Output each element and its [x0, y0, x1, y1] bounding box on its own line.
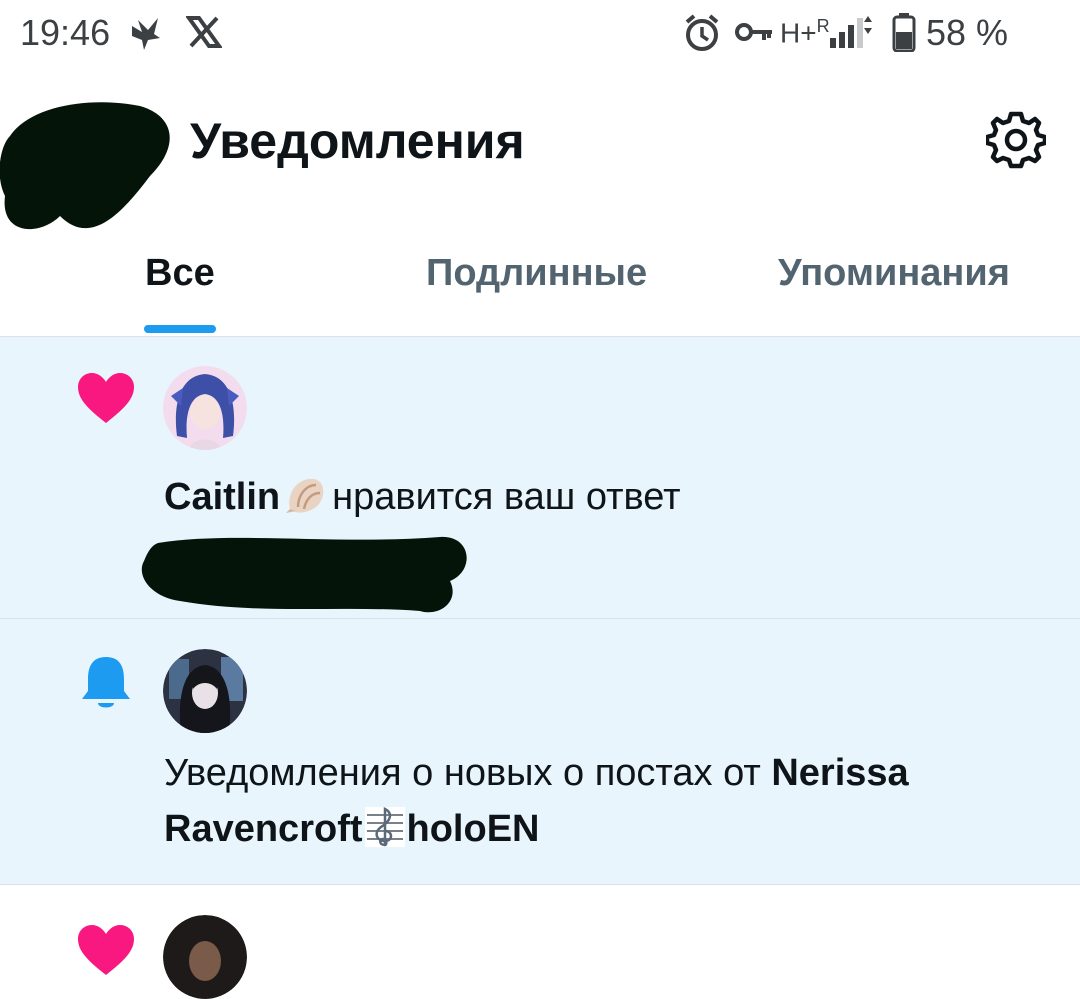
battery-icon: [892, 12, 916, 57]
redacted-content: [140, 531, 472, 623]
x-logo-icon: [185, 12, 223, 57]
profile-avatar[interactable]: [0, 86, 180, 229]
gear-icon[interactable]: [984, 110, 1048, 170]
status-time: 19:46: [20, 12, 111, 53]
treble-clef-emoji-icon: [363, 805, 407, 849]
user-name[interactable]: Caitlin: [164, 476, 280, 518]
notification-text: Caitlin нравится ваш ответ: [164, 469, 1044, 525]
bird-app-icon: [128, 12, 164, 57]
heart-icon: [78, 373, 134, 430]
shell-emoji-icon: [284, 473, 328, 517]
active-tab-indicator: [144, 325, 216, 333]
bell-icon: [80, 655, 132, 716]
action-text: нравится ваш ответ: [332, 476, 681, 518]
notification-item[interactable]: [0, 885, 1080, 999]
tab-verified[interactable]: Подлинные: [426, 252, 647, 295]
notification-item[interactable]: Caitlin нравится ваш ответ: [0, 337, 1080, 619]
signal-icon: [826, 14, 876, 55]
avatar[interactable]: [163, 915, 247, 999]
avatar[interactable]: [163, 649, 247, 733]
subscription-text: Уведомления о новых о постах от: [164, 752, 761, 794]
battery-percent: 58 %: [926, 12, 1009, 53]
tab-all[interactable]: Все: [145, 252, 215, 295]
notification-text: Уведомления о новых о постах от Nerissa …: [164, 745, 1034, 857]
network-type: H+R: [780, 16, 830, 49]
page-title: Уведомления: [190, 113, 525, 169]
heart-icon: [78, 925, 134, 982]
header: Уведомления: [0, 68, 1080, 229]
status-bar: 19:46 H+R 58 %: [0, 0, 1080, 68]
tab-bar: Все Подлинные Упоминания: [0, 236, 1080, 337]
key-icon: [734, 18, 774, 51]
alarm-icon: [684, 12, 720, 59]
notification-item[interactable]: Уведомления о новых о постах от Nerissa …: [0, 619, 1080, 885]
tab-mentions[interactable]: Упоминания: [778, 252, 1010, 295]
avatar[interactable]: [163, 366, 247, 450]
